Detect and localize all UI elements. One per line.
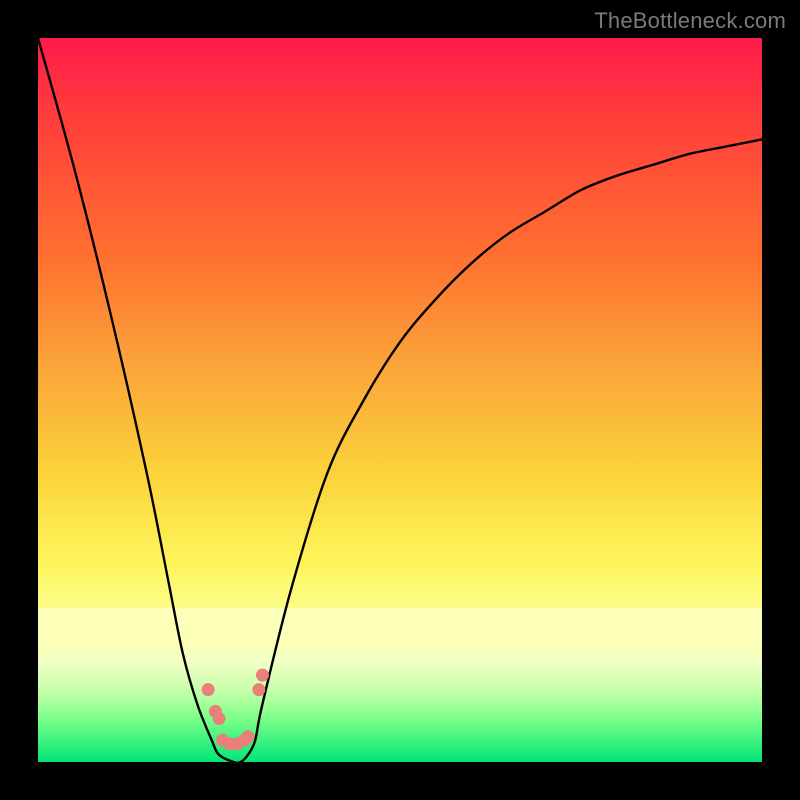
trough-marker [202, 683, 215, 696]
bottleneck-curve-svg [38, 38, 762, 762]
trough-marker [213, 712, 226, 725]
watermark-text: TheBottleneck.com [594, 8, 786, 34]
plot-area [38, 38, 762, 762]
chart-frame: TheBottleneck.com [0, 0, 800, 800]
bottleneck-curve-path [38, 38, 762, 762]
trough-marker [252, 683, 265, 696]
trough-marker [241, 730, 254, 743]
trough-marker [256, 669, 269, 682]
